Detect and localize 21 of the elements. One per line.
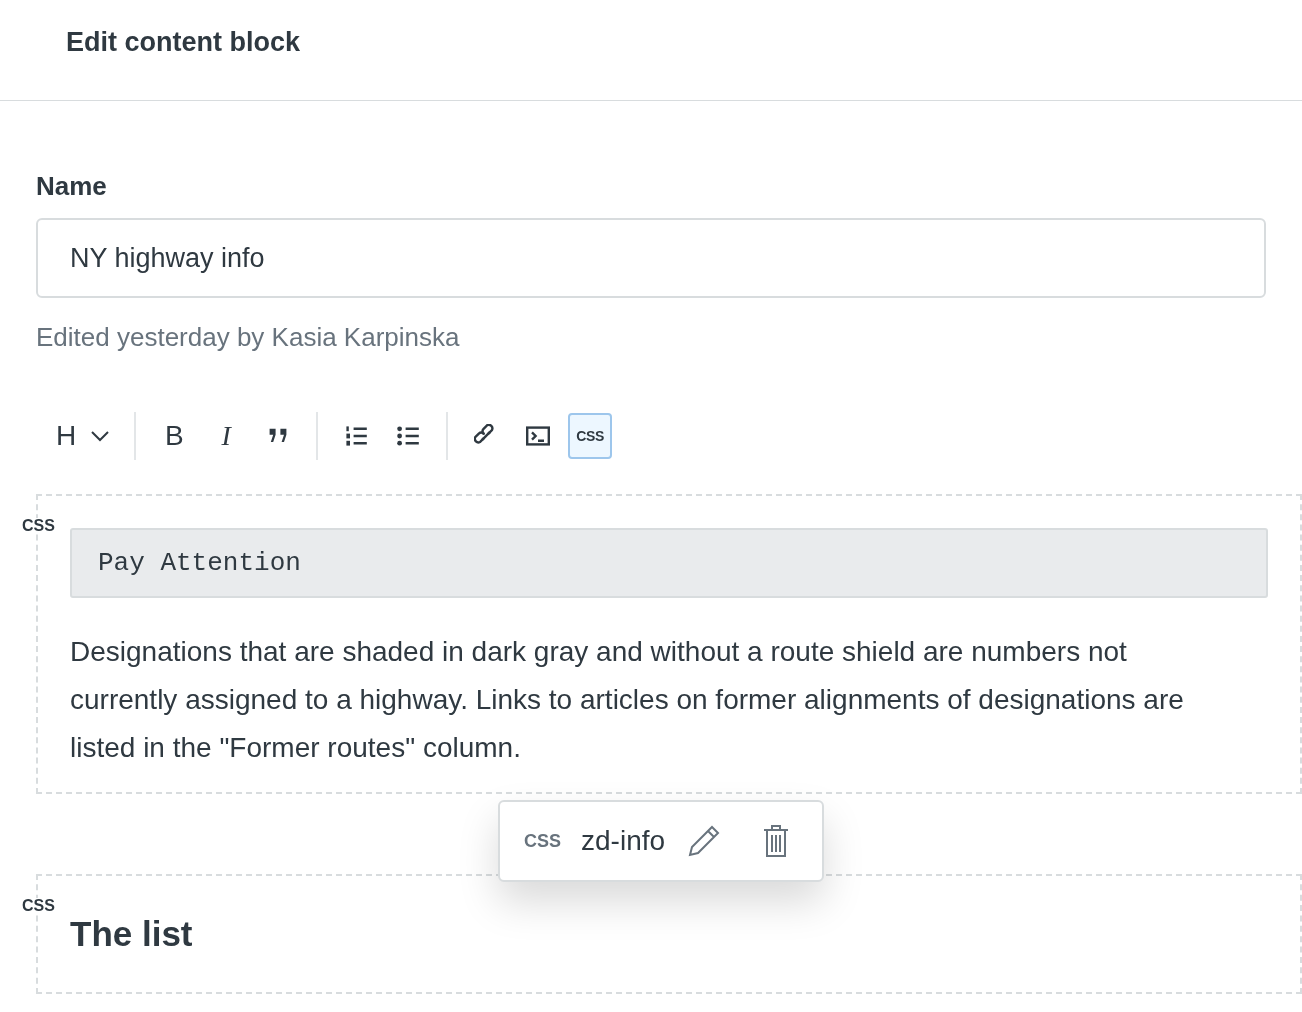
edit-hint: Edited yesterday by Kasia Karpinska [36,321,461,354]
paragraph: Designations that are shaded in dark gray and without a route shield are numbers not currently assigned to a highway. Links to articles on former alignments of designations are listed in the "Former routes" column. [70,635,1185,765]
terminal-icon [526,424,551,448]
chevron-down-icon [90,430,111,442]
field-label: Name [36,170,108,203]
italic-button[interactable]: I [204,413,249,459]
bullet-list-icon [396,424,421,448]
css-button[interactable]: CSS [568,413,613,459]
class-name: zd-info [581,824,666,858]
css-tag: CSS [22,518,55,534]
trash-icon [763,824,790,858]
heading: The list [70,914,194,954]
page-title: Edit content block [66,25,300,59]
pencil-icon [687,824,722,858]
bold-button[interactable]: B [152,413,197,459]
name-input-field[interactable]: NY highway info [36,218,1266,298]
css-tag: CSS [22,898,55,914]
css-tag: CSS [524,827,561,855]
numbered-list-icon [344,424,369,448]
code-block: Pay Attention [70,528,1268,598]
heading-button[interactable]: H [48,413,119,459]
